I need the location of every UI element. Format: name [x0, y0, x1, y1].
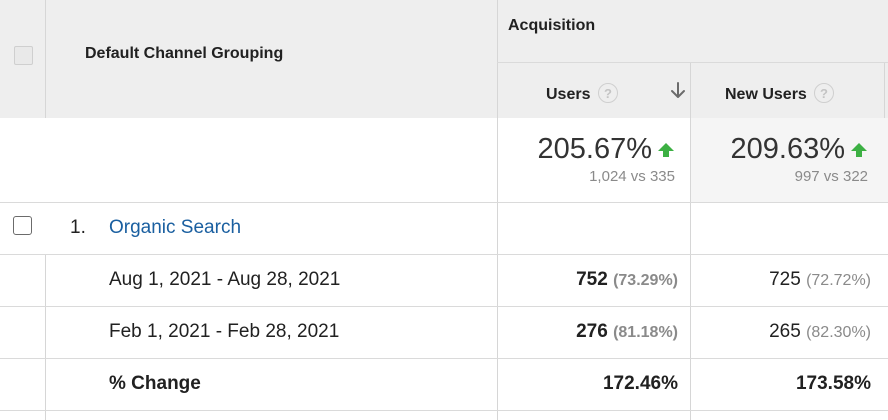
date-range-current: Aug 1, 2021 - Aug 28, 2021	[109, 269, 341, 290]
row-divider-summary	[0, 202, 888, 203]
channel-link-organic-search[interactable]: Organic Search	[109, 217, 241, 239]
users-up-arrow-icon	[658, 143, 674, 157]
row-checkbox[interactable]	[13, 216, 32, 235]
users-previous: 276 (81.18%)	[576, 321, 678, 343]
dimension-header[interactable]: Default Channel Grouping	[85, 45, 283, 63]
new-users-previous-pct: (82.30%)	[806, 324, 871, 341]
users-percent-change: 172.46%	[602, 373, 678, 394]
col-divider-right	[884, 62, 885, 118]
row-divider-1	[0, 254, 888, 255]
new-users-column-header[interactable]: New Users	[725, 86, 807, 104]
col-divider-users	[690, 62, 691, 420]
percent-change-label: % Change	[109, 373, 201, 394]
users-current-pct: (73.29%)	[613, 272, 678, 289]
row-divider-3	[0, 358, 888, 359]
header-bg-users	[497, 62, 691, 118]
users-current: 752 (73.29%)	[576, 269, 678, 291]
users-previous-value: 276	[576, 321, 608, 342]
row-index: 1.	[70, 217, 86, 238]
new-users-current: 725 (72.72%)	[769, 269, 871, 291]
new-users-compare-total: 997 vs 322	[794, 168, 868, 185]
row-divider-group	[497, 62, 888, 63]
users-current-value: 752	[576, 269, 608, 290]
new-users-previous: 265 (82.30%)	[769, 321, 871, 343]
select-all-checkbox[interactable]	[14, 46, 33, 65]
sort-descending-icon[interactable]	[669, 81, 687, 101]
col-divider-checkbox	[45, 0, 46, 118]
new-users-help-icon[interactable]: ?	[814, 83, 834, 103]
date-range-previous: Feb 1, 2021 - Feb 28, 2021	[109, 321, 340, 342]
users-compare-total: 1,024 vs 335	[589, 168, 675, 185]
users-column-header[interactable]: Users	[546, 86, 590, 104]
new-users-change-total: 209.63%	[730, 133, 846, 165]
users-help-icon[interactable]: ?	[598, 83, 618, 103]
new-users-current-pct: (72.72%)	[806, 272, 871, 289]
users-change-total: 205.67%	[537, 133, 653, 165]
new-users-previous-value: 265	[769, 321, 801, 342]
new-users-percent-change: 173.58%	[795, 373, 871, 394]
new-users-up-arrow-icon	[851, 143, 867, 157]
col-divider-dimension	[497, 0, 498, 420]
col-divider-checkbox-lower	[45, 254, 46, 420]
acquisition-header: Acquisition	[508, 17, 596, 34]
row-divider-4	[0, 410, 888, 411]
row-divider-2	[0, 306, 888, 307]
new-users-current-value: 725	[769, 269, 801, 290]
users-previous-pct: (81.18%)	[613, 324, 678, 341]
